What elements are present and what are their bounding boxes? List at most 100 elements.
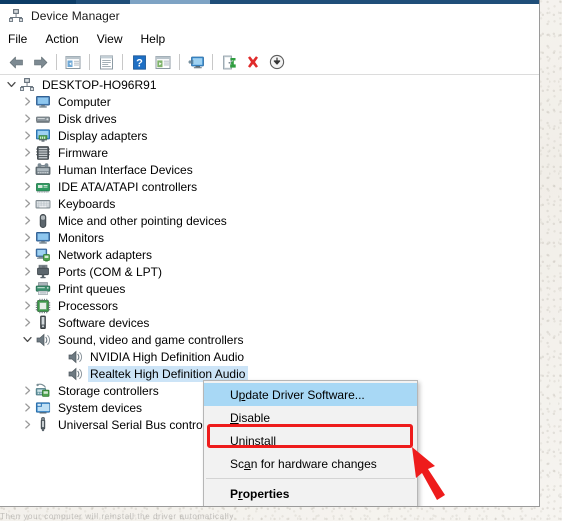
tree-node[interactable]: Firmware <box>0 144 538 161</box>
back-button[interactable] <box>5 51 27 73</box>
caption-below-window: Then your computer will reinstall the dr… <box>0 512 234 521</box>
system-device-icon <box>35 400 51 416</box>
window-title-row: Device Manager <box>0 4 539 28</box>
svg-text:?: ? <box>136 57 143 69</box>
help-button[interactable]: ? <box>128 51 150 73</box>
show-hide-console-tree-button[interactable] <box>62 51 84 73</box>
tree-node-label: IDE ATA/ATAPI controllers <box>58 179 198 194</box>
disable-button[interactable] <box>266 51 288 73</box>
tree-node-label: Network adapters <box>58 247 153 262</box>
chevron-right-icon[interactable] <box>20 144 35 161</box>
uninstall-button[interactable] <box>242 51 264 73</box>
disk-drive-icon <box>35 111 51 127</box>
tree-node[interactable]: Disk drives <box>0 110 538 127</box>
chevron-right-icon[interactable] <box>20 178 35 195</box>
menu-file[interactable]: File <box>8 30 36 48</box>
context-menu-item-label: Update Driver Software... <box>230 387 365 402</box>
toolbar-separator <box>89 54 90 70</box>
chevron-down-icon[interactable] <box>4 76 19 93</box>
tree-node[interactable]: Human Interface Devices <box>0 161 538 178</box>
chevron-right-icon[interactable] <box>20 297 35 314</box>
chevron-right-icon[interactable] <box>20 195 35 212</box>
chevron-right-icon[interactable] <box>20 280 35 297</box>
tree-node[interactable]: Processors <box>0 297 538 314</box>
tree-node[interactable]: NVIDIA High Definition Audio <box>0 348 538 365</box>
view-pane-button[interactable] <box>152 51 174 73</box>
tree-node[interactable]: Computer <box>0 93 538 110</box>
properties-button[interactable] <box>95 51 117 73</box>
computer-icon <box>35 94 51 110</box>
display-adapter-icon <box>35 128 51 144</box>
update-driver-button[interactable] <box>218 51 240 73</box>
mouse-icon <box>35 213 51 229</box>
speaker-icon <box>35 332 51 348</box>
chevron-right-icon[interactable] <box>20 127 35 144</box>
tree-node[interactable]: Monitors <box>0 229 538 246</box>
tree-node-label: Ports (COM & LPT) <box>58 264 163 279</box>
menu-action[interactable]: Action <box>45 30 87 48</box>
speaker-icon <box>67 366 83 382</box>
tree-node[interactable]: DESKTOP-HO96R91 <box>0 76 538 93</box>
tree-node-label: Sound, video and game controllers <box>58 332 244 347</box>
tree-node-label: Disk drives <box>58 111 117 126</box>
tree-node[interactable]: Display adapters <box>0 127 538 144</box>
tree-node[interactable]: Ports (COM & LPT) <box>0 263 538 280</box>
menu-view[interactable]: View <box>97 30 132 48</box>
chevron-right-icon[interactable] <box>20 229 35 246</box>
toolbar-separator <box>122 54 123 70</box>
tree-node-label: Keyboards <box>58 196 116 211</box>
tree-node[interactable]: Keyboards <box>0 195 538 212</box>
tree-node[interactable]: Network adapters <box>0 246 538 263</box>
usb-icon <box>35 416 51 433</box>
tree-node[interactable]: Sound, video and game controllers <box>0 331 538 348</box>
menu-help[interactable]: Help <box>141 30 175 48</box>
printer-icon <box>35 281 51 297</box>
chevron-right-icon[interactable] <box>20 314 35 331</box>
chevron-right-icon[interactable] <box>20 212 35 229</box>
chevron-right-icon[interactable] <box>20 93 35 110</box>
chevron-right-icon[interactable] <box>20 399 35 416</box>
ctx-update-driver-software[interactable]: Update Driver Software... <box>204 383 417 406</box>
toolbar: ? <box>0 50 539 75</box>
ctx-scan-for-hardware-changes[interactable]: Scan for hardware changes <box>204 452 417 475</box>
tree-node-label: Mice and other pointing devices <box>58 213 227 228</box>
uninstall-highlight-box <box>207 424 413 448</box>
context-menu-item-label: Scan for hardware changes <box>230 456 377 471</box>
tree-node-label: Human Interface Devices <box>58 162 193 177</box>
toolbar-separator <box>212 54 213 70</box>
context-menu-item-label: Properties <box>230 486 290 501</box>
chevron-right-icon[interactable] <box>20 263 35 280</box>
monitor-icon <box>35 230 51 246</box>
menu-bar: File Action View Help <box>0 28 539 50</box>
context-menu-item-label: Disable <box>230 410 271 425</box>
ctx-properties[interactable]: Properties <box>204 482 417 505</box>
ide-controller-icon <box>35 179 51 195</box>
tree-node[interactable]: Software devices <box>0 314 538 331</box>
tree-node[interactable]: IDE ATA/ATAPI controllers <box>0 178 538 195</box>
tree-node[interactable]: Mice and other pointing devices <box>0 212 538 229</box>
chevron-right-icon[interactable] <box>20 110 35 127</box>
processor-icon <box>35 298 51 314</box>
red-arrow-annotation <box>412 447 445 500</box>
tree-node-label: Storage controllers <box>58 383 159 398</box>
tree-node-label: Display adapters <box>58 128 148 143</box>
chevron-right-icon[interactable] <box>20 382 35 399</box>
scan-hardware-changes-button[interactable] <box>185 51 207 73</box>
chevron-right-icon[interactable] <box>20 416 35 433</box>
device-manager-icon <box>8 8 24 24</box>
chevron-right-icon[interactable] <box>20 161 35 178</box>
firmware-icon <box>35 145 51 161</box>
software-device-icon <box>35 315 51 331</box>
port-icon <box>35 264 51 280</box>
context-menu-separator <box>206 478 415 479</box>
hid-icon <box>35 162 51 178</box>
chevron-down-icon[interactable] <box>20 331 35 348</box>
chevron-right-icon[interactable] <box>20 246 35 263</box>
tree-node[interactable]: Print queues <box>0 280 538 297</box>
tree-node-label: Processors <box>58 298 119 313</box>
forward-button[interactable] <box>29 51 51 73</box>
tree-node-label: Software devices <box>58 315 150 330</box>
window-title: Device Manager <box>31 9 120 23</box>
